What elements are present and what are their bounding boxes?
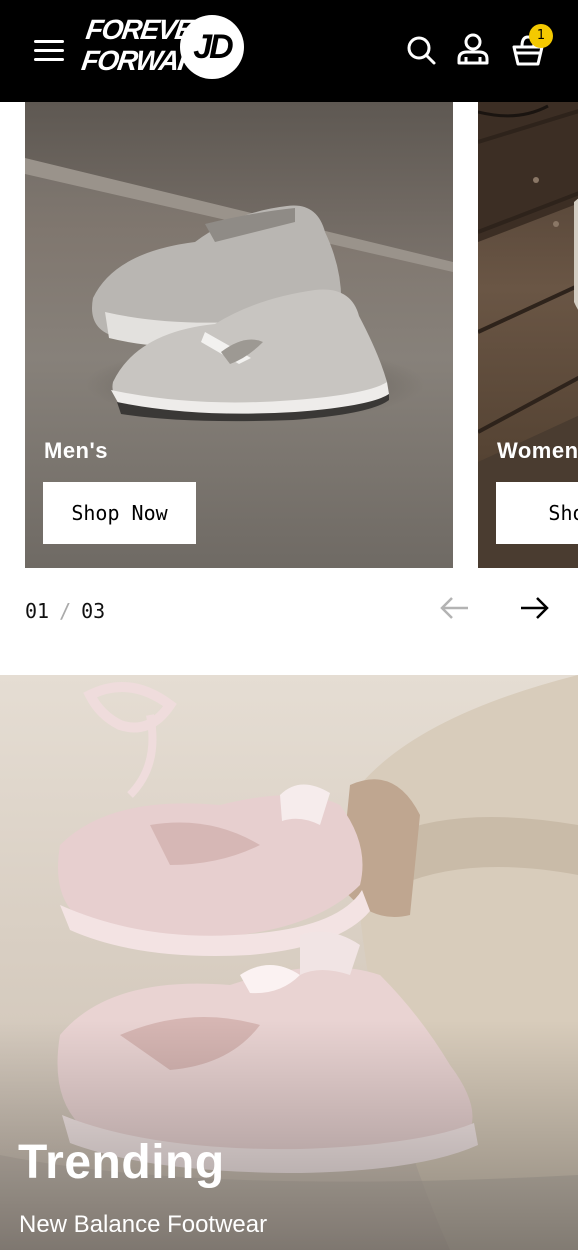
- pager-separator: /: [59, 599, 72, 623]
- next-slide-button[interactable]: [515, 590, 555, 626]
- site-header: FOREVER FORWARD JD 1: [0, 0, 578, 102]
- logo-line-1: FOREVER: [84, 14, 214, 45]
- pager-total: 03: [81, 599, 106, 623]
- search-button[interactable]: [401, 30, 441, 70]
- logo-line-2: FORWARD: [79, 45, 218, 76]
- logo-tagline: FOREVER FORWARD: [79, 14, 218, 76]
- carousel-slide-womens[interactable]: Women Shop: [478, 102, 578, 568]
- slide-label: Men's: [44, 438, 108, 463]
- logo-badge-text: JD: [193, 28, 233, 66]
- menu-icon-bar: [34, 58, 64, 61]
- search-icon: [407, 36, 436, 65]
- jd-logo[interactable]: FOREVER FORWARD JD: [80, 14, 246, 86]
- account-button[interactable]: [453, 30, 493, 70]
- logo-badge: JD: [180, 15, 244, 79]
- account-icon: [457, 33, 489, 65]
- menu-button[interactable]: [28, 34, 68, 68]
- cart-count-badge: 1: [529, 24, 553, 48]
- category-carousel[interactable]: Men's Shop Now Women Shop: [0, 102, 578, 568]
- menu-icon-bar: [34, 40, 64, 43]
- trending-subtitle: New Balance Footwear: [19, 1211, 268, 1238]
- menu-icon-bar: [34, 49, 64, 52]
- arrow-right-icon: [521, 597, 549, 619]
- slide-label: Women: [497, 438, 578, 463]
- pager-current: 01: [25, 599, 50, 623]
- carousel-pager: 01 / 03: [25, 596, 105, 626]
- trending-title: Trending: [18, 1136, 225, 1189]
- shop-now-button[interactable]: Shop Now: [43, 482, 196, 544]
- arrow-left-icon: [440, 597, 468, 619]
- shop-button[interactable]: Shop: [496, 482, 578, 544]
- previous-slide-button[interactable]: [434, 590, 474, 626]
- carousel-slide-mens[interactable]: Men's Shop Now: [25, 102, 453, 568]
